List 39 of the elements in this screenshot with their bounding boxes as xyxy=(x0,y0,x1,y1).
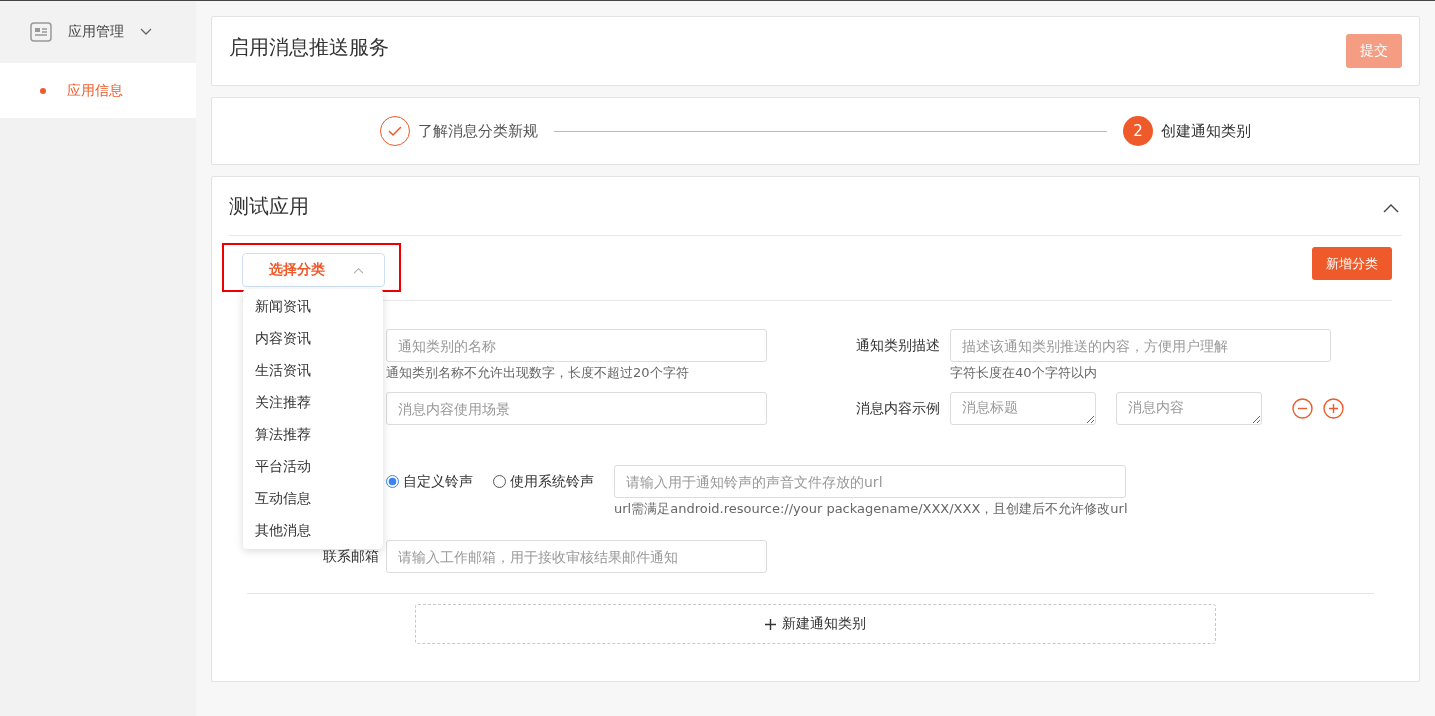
minus-icon[interactable] xyxy=(1292,398,1313,419)
field-label: 通知类别描述 xyxy=(856,336,940,355)
name-field[interactable]: 通知类别的名称 xyxy=(386,329,767,362)
page-title: 启用消息推送服务 xyxy=(229,34,389,61)
sidebar-item[interactable]: 应用信息 xyxy=(0,63,196,118)
url-field[interactable]: 请输入用于通知铃声的声音文件存放的url xyxy=(614,465,1126,498)
app-icon xyxy=(30,22,52,42)
content-field[interactable]: 消息内容 xyxy=(1116,392,1262,425)
description-field[interactable]: 描述该通知类别推送的内容，方便用户理解 xyxy=(950,329,1331,362)
dropdown-option[interactable]: 内容资讯 xyxy=(243,323,383,355)
sidebar-menu[interactable]: 应用管理 xyxy=(0,1,196,63)
field-hint: 字符长度在40个字符以内 xyxy=(950,364,1098,382)
email-field[interactable]: 请输入工作邮箱，用于接收审核结果邮件通知 xyxy=(386,540,767,573)
field-hint: 通知类别名称不允许出现数字，长度不超过20个字符 xyxy=(386,364,690,382)
plus-icon[interactable] xyxy=(1323,398,1344,419)
dropdown-option[interactable]: 互动信息 xyxy=(243,483,383,515)
radio-icon[interactable] xyxy=(493,475,506,488)
dropdown-option[interactable]: 关注推荐 xyxy=(243,387,383,419)
step-label: 创建通知类别 xyxy=(1161,121,1251,141)
title-field[interactable]: 消息标题 xyxy=(950,392,1096,425)
dropdown-option[interactable]: 生活资讯 xyxy=(243,355,383,387)
field-label: 消息内容示例 xyxy=(856,399,940,418)
new-category-button[interactable]: 新建通知类别 xyxy=(415,604,1216,644)
step-label: 了解消息分类新规 xyxy=(418,121,538,141)
dropdown-option[interactable]: 新闻资讯 xyxy=(243,291,383,323)
field-hint: url需满足android.resource://your packagename/XXX/XXX，且创建后不允许修改url xyxy=(614,500,1128,518)
field-label: 联系邮箱 xyxy=(323,547,379,566)
chevron-icon xyxy=(140,28,152,36)
scene-field[interactable]: 消息内容使用场景 xyxy=(386,392,767,425)
plus-icon xyxy=(765,618,776,630)
radio-option[interactable]: 使用系统铃声 xyxy=(493,465,594,498)
radio-option[interactable]: 自定义铃声 xyxy=(386,465,473,498)
dropdown-option[interactable]: 算法推荐 xyxy=(243,419,383,451)
dropdown-option[interactable]: 平台活动 xyxy=(243,451,383,483)
step-number: 2 xyxy=(1123,116,1153,146)
caret-icon xyxy=(353,266,364,274)
radio-icon[interactable] xyxy=(386,475,399,488)
dropdown-option[interactable]: 其他消息 xyxy=(243,515,383,547)
panel-title: 测试应用 xyxy=(229,192,309,220)
